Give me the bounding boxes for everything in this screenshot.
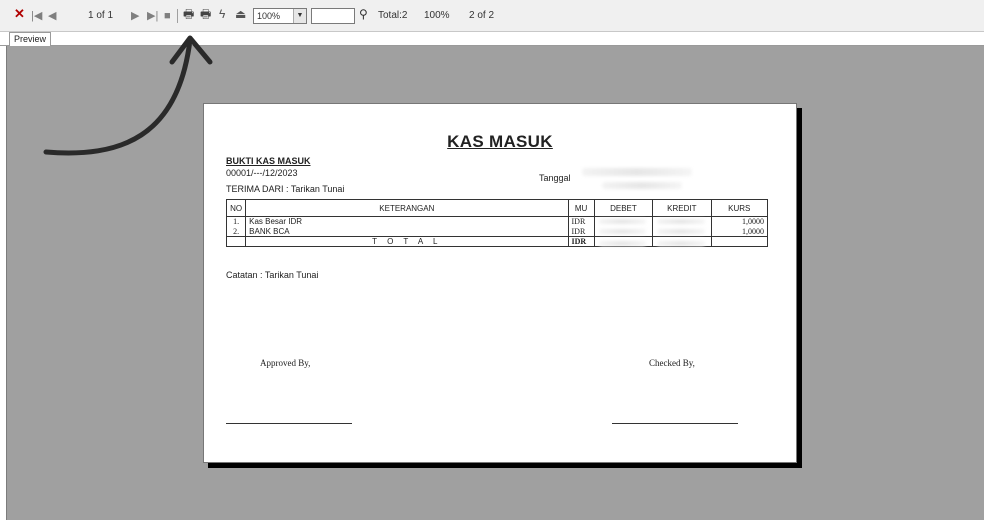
redacted-date-extra bbox=[602, 182, 682, 189]
col-header-debet: DEBET bbox=[593, 199, 654, 217]
tab-strip: Preview bbox=[0, 32, 984, 46]
previous-page-icon[interactable]: ◀ bbox=[48, 11, 56, 22]
row-kredit bbox=[652, 226, 712, 237]
total-debet bbox=[593, 236, 654, 247]
zoom-value: 100% bbox=[257, 11, 281, 21]
report-page: KAS MASUK BUKTI KAS MASUK 00001/---/12/2… bbox=[203, 103, 797, 463]
report-number: 00001/---/12/2023 bbox=[226, 168, 298, 178]
redacted-value bbox=[657, 219, 705, 224]
total-row: T O T A L IDR bbox=[225, 236, 769, 247]
first-page-icon[interactable]: |◀ bbox=[31, 11, 42, 22]
row-debet bbox=[593, 226, 654, 237]
redacted-date bbox=[582, 168, 692, 176]
percent-label: 100% bbox=[424, 10, 450, 21]
redacted-value bbox=[657, 241, 705, 246]
total-kurs bbox=[710, 236, 769, 247]
row-mu: IDR bbox=[567, 226, 595, 237]
col-header-kredit: KREDIT bbox=[652, 199, 712, 217]
col-header-keterangan: KETERANGAN bbox=[245, 199, 569, 217]
row-kredit bbox=[652, 216, 712, 227]
chevron-down-icon[interactable]: ▼ bbox=[293, 9, 306, 23]
total-kredit bbox=[652, 236, 712, 247]
viewer-toolbar: ✕ |◀ ◀ 1 of 1 ▶ ▶| ■ 🖶 🖶 ϟ ⏏ 100% ▼ ⚲ To… bbox=[0, 0, 984, 32]
approved-by-label: Approved By, bbox=[260, 358, 311, 368]
export-icon[interactable]: ϟ bbox=[219, 8, 225, 20]
total-empty-cell bbox=[225, 236, 247, 247]
table-row: 2. BANK BCA IDR 1,0000 bbox=[225, 226, 769, 237]
last-page-icon[interactable]: ▶| bbox=[147, 11, 158, 22]
print-setup-icon[interactable]: 🖶 bbox=[200, 8, 211, 20]
row-kurs: 1,0000 bbox=[710, 226, 769, 237]
page-indicator: 1 of 1 bbox=[88, 10, 114, 21]
row-no: 1. bbox=[225, 216, 247, 227]
zoom-select[interactable]: 100% ▼ bbox=[253, 8, 307, 24]
toolbar-divider bbox=[177, 9, 178, 23]
report-note: Catatan : Tarikan Tunai bbox=[226, 270, 319, 280]
row-kurs: 1,0000 bbox=[710, 216, 769, 227]
row-keterangan: Kas Besar IDR bbox=[245, 216, 569, 227]
close-icon[interactable]: ✕ bbox=[14, 7, 25, 20]
entries-table: NO KETERANGAN MU DEBET KREDIT KURS 1. Ka… bbox=[225, 199, 769, 247]
table-row: 1. Kas Besar IDR IDR 1,0000 bbox=[225, 216, 769, 227]
print-icon[interactable]: 🖶 bbox=[183, 8, 194, 20]
col-header-mu: MU bbox=[567, 199, 595, 217]
redacted-value bbox=[598, 219, 647, 224]
checked-by-label: Checked By, bbox=[649, 358, 695, 368]
received-from: TERIMA DARI : Tarikan Tunai bbox=[226, 184, 345, 194]
search-input[interactable] bbox=[311, 8, 355, 24]
redacted-value bbox=[598, 241, 647, 246]
row-no: 2. bbox=[225, 226, 247, 237]
checked-signature-line bbox=[612, 423, 738, 424]
total-currency: IDR bbox=[567, 236, 595, 247]
next-page-icon[interactable]: ▶ bbox=[131, 11, 139, 22]
approved-signature-line bbox=[226, 423, 352, 424]
date-label: Tanggal bbox=[539, 173, 571, 183]
report-subtitle: BUKTI KAS MASUK bbox=[226, 156, 311, 166]
report-title: KAS MASUK bbox=[447, 132, 553, 151]
col-header-kurs: KURS bbox=[710, 199, 769, 217]
redacted-value bbox=[598, 228, 647, 234]
row-debet bbox=[593, 216, 654, 227]
redacted-value bbox=[657, 228, 705, 234]
record-label: 2 of 2 bbox=[469, 10, 495, 21]
tab-preview[interactable]: Preview bbox=[9, 32, 52, 46]
row-mu: IDR bbox=[567, 216, 595, 227]
total-label: Total:2 bbox=[378, 10, 408, 21]
col-header-no: NO bbox=[225, 199, 247, 217]
row-keterangan: BANK BCA bbox=[245, 226, 569, 237]
find-icon[interactable]: ⚲ bbox=[359, 8, 368, 20]
table-header-row: NO KETERANGAN MU DEBET KREDIT KURS bbox=[225, 199, 769, 217]
stop-icon[interactable]: ■ bbox=[164, 11, 171, 22]
email-icon[interactable]: ⏏ bbox=[235, 8, 246, 20]
total-label: T O T A L bbox=[245, 236, 569, 247]
